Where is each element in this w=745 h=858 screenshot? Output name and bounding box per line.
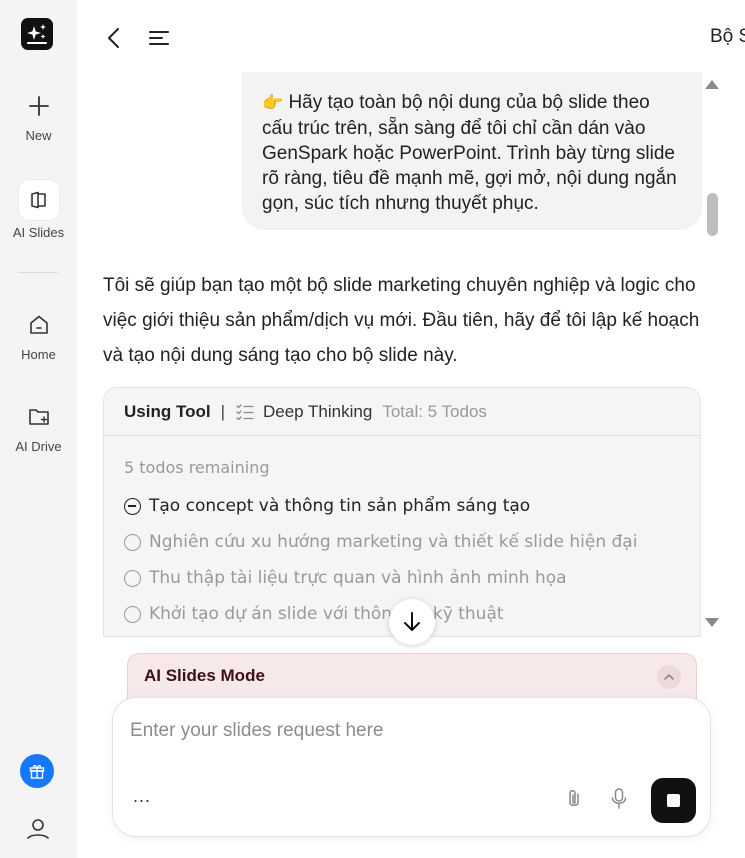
sidebar-item-label: Home	[21, 347, 56, 362]
user-message-bubble: 👉 Hãy tạo toàn bộ nội dung của bộ slide …	[242, 72, 702, 230]
pointing-hand-icon: 👉	[262, 93, 284, 113]
chevron-up-icon	[664, 674, 674, 680]
todo-text: Khởi tạo dự án slide với thông số kỹ thu…	[149, 604, 504, 624]
back-arrow-icon[interactable]	[104, 26, 124, 50]
todo-text: Nghiên cứu xu hướng marketing và thiết k…	[149, 532, 638, 552]
sidebar-item-home[interactable]: Home	[0, 313, 77, 362]
pending-circle-icon	[124, 533, 141, 551]
scroll-down-arrow-icon[interactable]	[705, 618, 719, 627]
scroll-up-arrow-icon[interactable]	[705, 80, 719, 89]
slides-icon	[30, 191, 46, 209]
tool-card-header[interactable]: Using Tool | Deep Thinking Total: 5 Todo…	[104, 388, 700, 436]
pending-circle-icon	[124, 605, 141, 623]
home-icon	[29, 315, 48, 334]
more-options-button[interactable]: ...	[133, 786, 151, 807]
sidebar-item-label: AI Drive	[15, 439, 62, 454]
sidebar-item-label: New	[25, 128, 52, 143]
mode-title: AI Slides Mode	[144, 666, 265, 685]
assistant-message: Tôi sẽ giúp bạn tạo một bộ slide marketi…	[103, 275, 700, 366]
user-icon[interactable]	[25, 816, 51, 842]
user-message-text: Hãy tạo toàn bộ nội dung của bộ slide th…	[262, 92, 677, 214]
todo-total: Total: 5 Todos	[382, 401, 487, 421]
gift-button[interactable]	[20, 754, 54, 788]
collapse-toggle-button[interactable]	[657, 665, 681, 689]
todo-item: Nghiên cứu xu hướng marketing và thiết k…	[124, 524, 700, 560]
sidebar-item-label: AI Slides	[12, 225, 65, 240]
todo-text: Thu thập tài liệu trực quan và hình ảnh …	[149, 568, 567, 588]
stop-square-icon	[667, 794, 680, 807]
sidebar: New AI Slides Home AI Drive	[0, 0, 77, 858]
paperclip-icon[interactable]	[564, 787, 584, 811]
arrow-down-icon	[404, 612, 420, 631]
tool-card: Using Tool | Deep Thinking Total: 5 Todo…	[103, 387, 701, 637]
todo-item: Thu thập tài liệu trực quan và hình ảnh …	[124, 560, 700, 596]
todos-remaining: 5 todos remaining	[124, 458, 270, 477]
gift-icon	[29, 765, 45, 779]
scrollbar-thumb[interactable]	[707, 193, 718, 236]
stop-button[interactable]	[651, 778, 696, 823]
sidebar-item-ai-drive[interactable]: AI Drive	[0, 405, 77, 454]
plus-icon	[28, 96, 49, 116]
chat-input-box: ...	[112, 697, 711, 837]
pending-circle-icon	[124, 569, 141, 587]
folder-icon	[28, 409, 49, 425]
todo-text: Tạo concept và thông tin sản phẩm sáng t…	[149, 496, 531, 516]
scroll-to-bottom-button[interactable]	[389, 599, 435, 645]
slides-icon-box	[18, 180, 59, 220]
sparkle-logo-icon[interactable]	[21, 18, 53, 50]
in-progress-circle-icon	[124, 497, 141, 515]
sidebar-item-new[interactable]: New	[0, 94, 77, 143]
sidebar-divider	[18, 272, 58, 273]
using-tool-label: Using Tool	[124, 401, 211, 421]
checklist-icon	[236, 403, 254, 420]
microphone-icon[interactable]	[609, 787, 629, 811]
tool-name: Deep Thinking	[262, 401, 373, 421]
header-separator: |	[220, 401, 225, 421]
page-title: Bộ S	[710, 26, 745, 47]
sidebar-item-ai-slides[interactable]: AI Slides	[0, 180, 77, 240]
menu-icon[interactable]	[147, 28, 171, 48]
slides-request-input[interactable]	[130, 716, 690, 746]
todo-item: Tạo concept và thông tin sản phẩm sáng t…	[124, 488, 700, 524]
